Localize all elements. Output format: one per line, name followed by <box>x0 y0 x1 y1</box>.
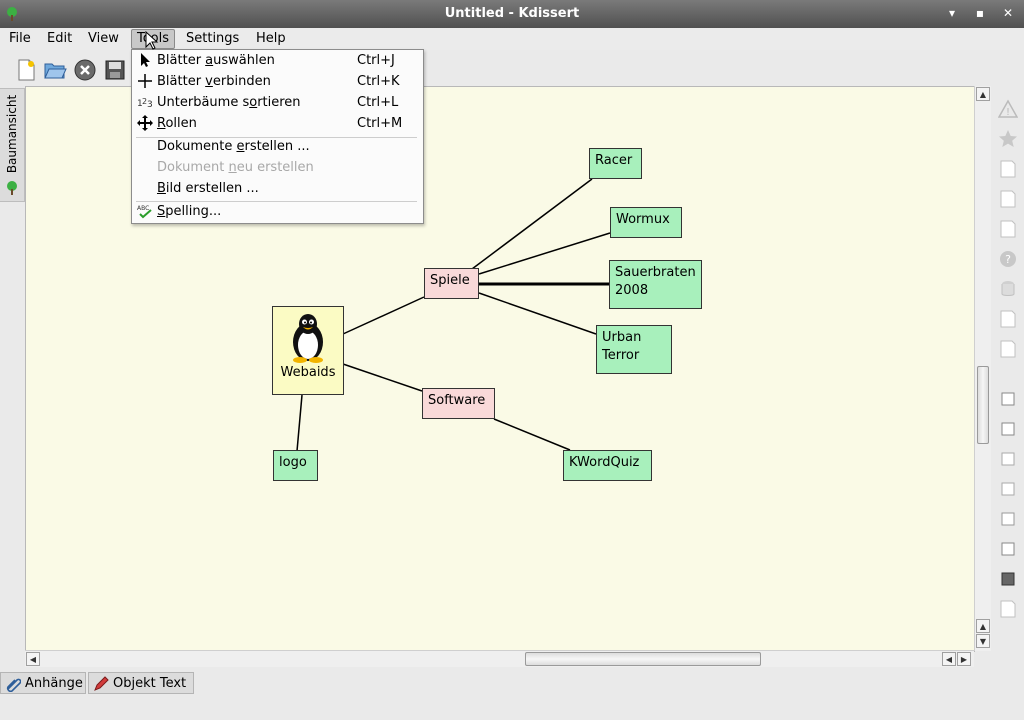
crosshair-icon <box>138 74 152 88</box>
warning-icon[interactable]: ! <box>998 98 1018 120</box>
database-icon[interactable] <box>998 278 1018 300</box>
menu-settings[interactable]: Settings <box>181 29 244 49</box>
svg-text:3: 3 <box>147 100 153 110</box>
scroll-left-arrow-right[interactable]: ◀ <box>942 652 956 666</box>
svg-text:ABC: ABC <box>137 205 149 212</box>
mindmap-leaf-node[interactable]: Sauerbraten 2008 <box>609 260 702 309</box>
help-icon[interactable]: ? <box>998 248 1018 270</box>
branch-label: Spiele <box>430 273 470 288</box>
tools-dropdown-menu: Blätter auswählen Ctrl+J Blätter verbind… <box>131 49 424 224</box>
scroll-down-arrow[interactable]: ▼ <box>976 634 990 648</box>
menu-item-connect-leaves[interactable]: Blätter verbinden Ctrl+K <box>132 71 421 92</box>
paperclip-icon <box>6 678 21 692</box>
horizontal-scrollbar[interactable]: ◀ ◀ ▶ <box>25 650 974 667</box>
sort-numbers-icon: 123 <box>137 97 153 110</box>
tux-penguin-icon <box>293 314 323 363</box>
leaf-label: Urban <box>602 330 642 345</box>
checkbox-icon[interactable] <box>998 388 1018 410</box>
title-bar: Untitled - Kdissert ▾ ▪ ✕ <box>0 0 1024 29</box>
mouse-cursor-icon <box>145 31 159 50</box>
shortcut-label: Ctrl+J <box>357 53 395 68</box>
close-window-button[interactable]: ✕ <box>1000 5 1016 21</box>
shortcut-label: Ctrl+M <box>357 116 403 131</box>
mindmap-leaf-node[interactable]: Racer <box>589 148 642 179</box>
horizontal-scroll-thumb[interactable] <box>525 652 761 666</box>
root-node-label: Webaids <box>280 365 336 380</box>
scroll-up-arrow-bottom[interactable]: ▲ <box>976 619 990 633</box>
leaf-label: logo <box>279 455 307 470</box>
tab-attachments-label: Anhänge <box>25 676 83 691</box>
move-arrows-icon <box>137 115 153 131</box>
menu-help[interactable]: Help <box>251 29 291 49</box>
flags-dock: ! ? <box>992 86 1024 620</box>
save-icon[interactable] <box>103 58 127 82</box>
window-title: Untitled - Kdissert <box>444 6 580 21</box>
menu-edit[interactable]: Edit <box>42 29 77 49</box>
svg-text:!: ! <box>1006 107 1010 118</box>
scroll-up-arrow[interactable]: ▲ <box>976 87 990 101</box>
menu-view[interactable]: View <box>83 29 124 49</box>
mindmap-leaf-node[interactable]: Wormux <box>610 207 682 238</box>
svg-text:?: ? <box>1005 253 1011 266</box>
new-document-icon[interactable] <box>14 58 38 82</box>
tree-view-dock: Baumansicht <box>0 88 25 202</box>
mindmap-branch-node[interactable]: Software <box>422 388 495 419</box>
leaf-label: Racer <box>595 153 633 168</box>
mindmap-root-node[interactable]: Webaids <box>272 306 344 395</box>
bottom-dock-tabs: Anhänge Objekt Text <box>0 672 1024 694</box>
checkbox-icon[interactable] <box>998 448 1018 470</box>
tree-icon <box>7 181 17 195</box>
leaf-label-line2: 2008 <box>615 283 649 298</box>
menu-item-create-documents[interactable]: Dokumente erstellen ... <box>132 136 421 157</box>
scroll-right-arrow[interactable]: ▶ <box>957 652 971 666</box>
tab-attachments[interactable]: Anhänge <box>0 672 86 694</box>
mindmap-leaf-node[interactable]: logo <box>273 450 318 481</box>
menu-item-select-leaves[interactable]: Blätter auswählen Ctrl+J <box>132 50 421 71</box>
open-folder-icon[interactable] <box>43 58 67 82</box>
scroll-left-arrow[interactable]: ◀ <box>26 652 40 666</box>
note-icon[interactable] <box>998 158 1018 180</box>
checkbox-icon[interactable] <box>998 478 1018 500</box>
branch-label: Software <box>428 393 486 408</box>
spellcheck-icon: ABC <box>137 205 152 219</box>
menu-item-spelling[interactable]: ABC Spelling... <box>132 201 421 222</box>
leaf-label: KWordQuiz <box>569 455 640 470</box>
tab-object-text[interactable]: Objekt Text <box>88 672 194 694</box>
mindmap-leaf-node[interactable]: Urban Terror <box>596 325 672 374</box>
leaf-label-line2: Terror <box>602 348 640 363</box>
menu-file[interactable]: File <box>4 29 36 49</box>
minimize-button[interactable]: ▾ <box>944 5 960 21</box>
main-toolbar <box>0 52 140 86</box>
menu-item-create-image[interactable]: Bild erstellen ... <box>132 178 421 199</box>
note-icon[interactable] <box>998 598 1018 620</box>
mindmap-branch-node[interactable]: Spiele <box>424 268 479 299</box>
shortcut-label: Ctrl+K <box>357 74 400 89</box>
note-icon[interactable] <box>998 188 1018 210</box>
star-icon[interactable] <box>998 128 1018 150</box>
leaf-label: Sauerbraten <box>615 265 696 280</box>
leaf-label: Wormux <box>616 212 670 227</box>
vertical-scroll-thumb[interactable] <box>977 366 989 444</box>
checkbox-icon[interactable] <box>998 508 1018 530</box>
note-icon[interactable] <box>998 338 1018 360</box>
pointer-icon <box>141 53 150 67</box>
checkbox-icon[interactable] <box>998 418 1018 440</box>
shortcut-label: Ctrl+L <box>357 95 399 110</box>
mindmap-leaf-node[interactable]: KWordQuiz <box>563 450 652 481</box>
note-icon[interactable] <box>998 218 1018 240</box>
tree-view-tab-label: Baumansicht <box>5 94 19 174</box>
filled-checkbox-icon[interactable] <box>998 568 1018 590</box>
checkbox-icon[interactable] <box>998 538 1018 560</box>
vertical-scrollbar[interactable]: ▲ ▲ ▼ <box>974 86 991 651</box>
menu-item-recreate-document: Dokument neu erstellen <box>157 160 314 175</box>
menu-item-sort-subtrees[interactable]: 123 Unterbäume sortieren Ctrl+L <box>132 92 421 113</box>
close-document-icon[interactable] <box>73 58 97 82</box>
note-icon[interactable] <box>998 308 1018 330</box>
tree-view-tab[interactable]: Baumansicht <box>3 91 21 177</box>
menu-item-scroll[interactable]: Rollen Ctrl+M <box>132 113 421 134</box>
pencil-icon <box>94 676 109 691</box>
tab-object-text-label: Objekt Text <box>113 676 187 691</box>
maximize-button[interactable]: ▪ <box>972 5 988 21</box>
